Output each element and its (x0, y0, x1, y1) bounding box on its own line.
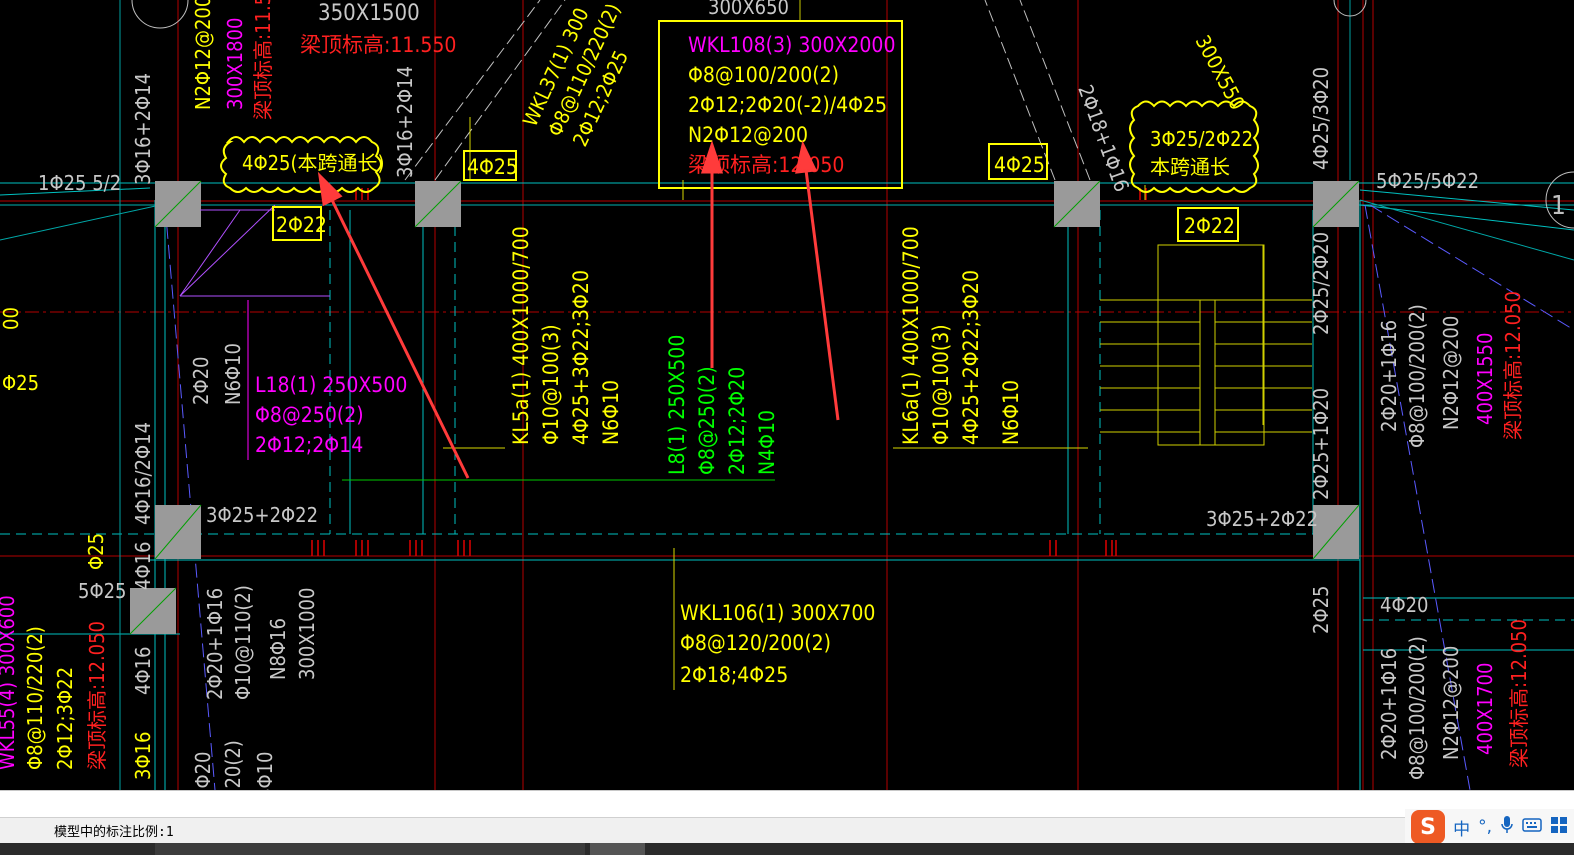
wkl108-name: WKL108(3) 300X2000 (688, 33, 895, 57)
right-mid-b: Φ8@100/200(2) (1405, 304, 1429, 448)
left-vert-3: 梁顶标高:11.550 (251, 0, 275, 120)
l18-name: L18(1) 250X500 (255, 373, 407, 397)
left-vert-e: 3Φ16 (131, 732, 155, 781)
far-left-d: 梁顶标高:12.050 (85, 621, 109, 770)
kl6a-name: KL6a(1) 400X1000/700 (899, 226, 923, 445)
column (1312, 504, 1360, 560)
left-vert-a: 3Φ16+2Φ14 (131, 73, 155, 185)
wkl106-name: WKL106(1) 300X700 (680, 601, 875, 625)
right-low-e: 梁顶标高:12.050 (1507, 619, 1531, 768)
column (154, 180, 202, 228)
axis-marker-label: 1 (1551, 191, 1566, 221)
box-1-text: 4Φ25 (467, 155, 518, 179)
mic-icon[interactable] (1500, 815, 1514, 840)
ime-logo-icon[interactable]: S (1411, 810, 1446, 844)
ime-toolbar[interactable]: S 中 °, (1405, 809, 1574, 845)
l8-side: N4Φ10 (755, 410, 779, 475)
right-top-bars: 5Φ25/5Φ22 (1376, 169, 1479, 193)
right-mid-e: 梁顶标高:12.050 (1501, 291, 1525, 440)
right-vert-e: 2Φ25 (1309, 586, 1333, 635)
bottom-left-b: 120(2) (221, 740, 245, 790)
right-vert-b: 4Φ25/3Φ20 (1309, 67, 1333, 170)
column (1053, 180, 1101, 228)
right-mid-a: 2Φ20+1Φ16 (1377, 320, 1401, 432)
kl5a-side: N6Φ10 (599, 380, 623, 445)
far-left-b: Φ8@110/220(2) (23, 626, 47, 770)
ime-punct-toggle[interactable]: °, (1478, 817, 1492, 837)
left-vert-d: 4Φ16 (131, 647, 155, 696)
keyboard-icon[interactable] (1522, 817, 1542, 838)
wkl108-side: N2Φ12@200 (688, 123, 808, 147)
lower-left-a: 2Φ20+1Φ16 (203, 588, 227, 700)
cloud-right-text-2: 本跨通长 (1150, 155, 1230, 179)
beam-350-elev: 梁顶标高:11.550 (300, 33, 456, 57)
left-vert-1: N2Φ12@200 (191, 0, 215, 110)
kl5a-stirrup: Φ10@100(3) (539, 324, 563, 445)
left-vert-c: 4Φ16 (131, 542, 155, 591)
taskbar-strip (0, 843, 1574, 855)
left-5phi25: 5Φ25 (78, 579, 127, 603)
column (154, 504, 202, 560)
column (414, 180, 462, 228)
l18-side-a: 2Φ20 (189, 357, 213, 406)
right-mid-c: N2Φ12@200 (1439, 316, 1463, 430)
bottom-left-a: 2Φ20 (191, 752, 215, 791)
left-phi25: Φ25 (2, 371, 39, 395)
right-low-a: 2Φ20+1Φ16 (1377, 648, 1401, 760)
box-4-text: 2Φ22 (1184, 214, 1235, 238)
left-vert-2: 300X1800 (223, 18, 247, 110)
tools-icon[interactable] (1550, 816, 1568, 839)
l18-bars: 2Φ12;2Φ14 (255, 433, 363, 457)
kl5a-name: KL5a(1) 400X1000/700 (509, 226, 533, 445)
cad-drawing-canvas[interactable]: 1 350X1500 梁顶标高:11.550 300X650 N2Φ12@200… (0, 0, 1574, 790)
l8-bars: 2Φ12;2Φ20 (725, 367, 749, 475)
right-low-c: N2Φ12@200 (1439, 646, 1463, 760)
right-vert-c: 2Φ25/2Φ20 (1309, 232, 1333, 335)
l8-stirrup: Φ8@250(2) (695, 366, 719, 475)
command-line[interactable] (0, 791, 1574, 818)
kl6a-bars: 4Φ25+2Φ22;3Φ20 (959, 270, 983, 445)
left-25: Φ25 (84, 533, 108, 570)
lower-left-d: 300X1000 (295, 588, 319, 680)
kl5a-bars: 4Φ25+3Φ22;3Φ20 (569, 270, 593, 445)
l18-side-b: N6Φ10 (221, 343, 245, 405)
l18-stirrup: Φ8@250(2) (255, 403, 364, 427)
right-mid-d: 400X1550 (1473, 333, 1497, 425)
mid-3phi25-left: 3Φ25+2Φ22 (206, 503, 318, 527)
top-300x650: 300X650 (708, 0, 789, 19)
right-vert-d: 2Φ25+1Φ20 (1309, 388, 1333, 500)
left-vert-b: 4Φ16/2Φ14 (131, 422, 155, 525)
mid-3phi25-right: 3Φ25+2Φ22 (1206, 507, 1318, 531)
ime-lang-toggle[interactable]: 中 (1453, 815, 1470, 840)
cloud-left-text: 4Φ25(本跨通长) (242, 151, 385, 175)
bottom-left-c: 4Φ10 (253, 752, 277, 791)
kl6a-side: N6Φ10 (999, 380, 1023, 445)
column (1312, 180, 1360, 228)
right-4phi20: 4Φ20 (1380, 593, 1429, 617)
lower-left-b: Φ10@110(2) (231, 585, 255, 700)
far-left-c: 2Φ12;3Φ22 (53, 667, 77, 770)
wkl106-bars: 2Φ18;4Φ25 (680, 663, 788, 687)
beam-350-label: 350X1500 (318, 1, 420, 26)
annotation-scale-label: 模型中的标注比例:1 (54, 825, 174, 840)
status-bar: 模型中的标注比例:1 S 中 °, (0, 790, 1574, 855)
box-2-text: 4Φ25 (994, 153, 1045, 177)
right-low-b: Φ8@100/200(2) (1405, 636, 1429, 780)
kl6a-stirrup: Φ10@100(3) (929, 324, 953, 445)
left-00: 00 (0, 307, 23, 330)
box-3-text: 2Φ22 (276, 213, 327, 237)
right-low-d: 400X1700 (1473, 663, 1497, 755)
far-left-a: WKL55(4) 300X600 (0, 595, 19, 770)
left-top-bars: 1Φ25 5/2 (38, 171, 121, 195)
lower-left-c: N8Φ16 (266, 618, 290, 680)
l8-name: L8(1) 250X500 (665, 335, 689, 475)
wkl106-stirrup: Φ8@120/200(2) (680, 631, 831, 655)
mid-vert-a: 3Φ16+2Φ14 (393, 66, 417, 178)
wkl108-bars: 2Φ12;2Φ20(-2)/4Φ25 (688, 93, 887, 117)
wkl108-stirrup: Φ8@100/200(2) (688, 63, 839, 87)
cloud-right-text-1: 3Φ25/2Φ22 (1150, 127, 1253, 151)
column (129, 587, 177, 635)
